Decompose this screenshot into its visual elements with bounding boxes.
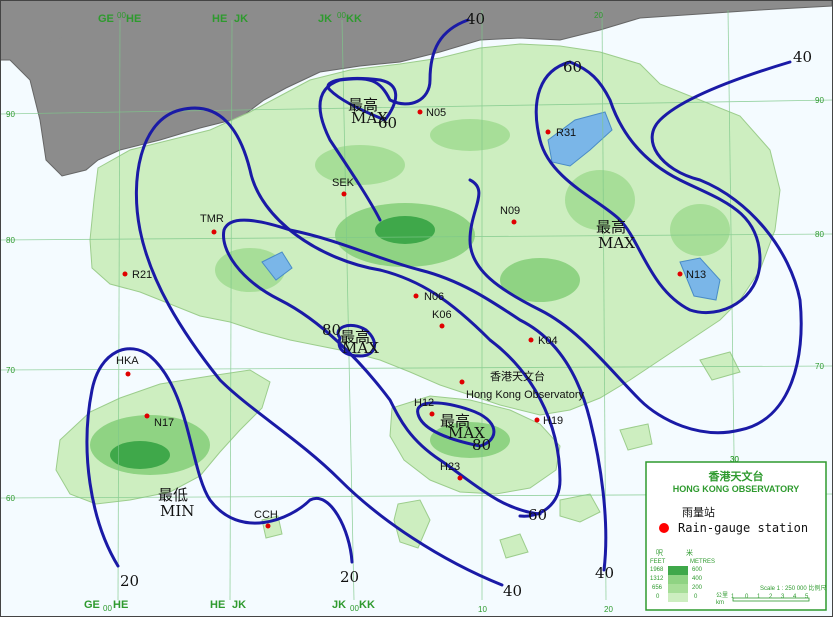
grid-label: 70 [6, 366, 15, 375]
grid-label: JK [232, 599, 246, 611]
station-label-SEK: SEK [332, 177, 355, 189]
station-label-H12: H12 [414, 397, 434, 409]
legend-elev-header: METRES [690, 559, 715, 565]
max-label-en: MAX [448, 424, 485, 442]
grid-label: KK [359, 599, 375, 611]
grid-label: 80 [815, 230, 824, 239]
station-label-N06: N06 [424, 291, 444, 303]
max-label-en: MAX [351, 109, 388, 127]
station-label-R21: R21 [132, 269, 152, 281]
grid-label: 70 [815, 362, 824, 371]
legend-scale-unit-zh: 公里 [716, 592, 728, 599]
station-marker-N05 [417, 109, 423, 115]
isohyet-label-60: 60 [563, 58, 582, 76]
station-marker-H12 [429, 411, 435, 417]
grid-label: HE [210, 599, 225, 611]
station-marker-HKA [125, 371, 131, 377]
legend-elev-swatch [668, 566, 688, 575]
station-marker-K06 [439, 323, 445, 329]
grid-label: 20 [594, 11, 603, 20]
legend-elev-feet: 1312 [650, 576, 664, 582]
grid-label: 90 [815, 96, 824, 105]
isohyet-label-40: 40 [595, 564, 614, 582]
legend-gauge-en: Rain-gauge station [678, 521, 808, 535]
isohyet-label-40: 40 [793, 48, 812, 66]
legend-elev-header: 米 [686, 548, 693, 557]
station-label-H23: H23 [440, 461, 460, 473]
legend-elev-swatch [668, 584, 688, 593]
station-marker-CCH [265, 523, 271, 529]
legend: 香港天文台 HONG KONG OBSERVATORY 雨量站 Rain-gau… [645, 461, 827, 611]
isohyet-label-60: 60 [528, 506, 547, 524]
grid-label: GE [84, 599, 100, 611]
grid-label: HE [212, 13, 227, 25]
station-label-K04: K04 [538, 335, 558, 347]
legend-scale-unit-en: km [716, 600, 724, 606]
station-marker-N06 [413, 293, 419, 299]
legend-elev-metres: 600 [692, 567, 703, 573]
station-marker-N09 [511, 219, 517, 225]
legend-title-en: HONG KONG OBSERVATORY [673, 484, 800, 494]
station-marker-R31 [545, 129, 551, 135]
grid-label: JK [318, 13, 332, 25]
station-marker-TMR [211, 229, 217, 235]
grid-label: HE [113, 599, 128, 611]
legend-elev-swatch [668, 593, 688, 602]
legend-elev-swatch [668, 575, 688, 584]
grid-label: KK [346, 13, 362, 25]
hko-label-zh: 香港天文台 [490, 369, 545, 383]
station-label-N09: N09 [500, 205, 520, 217]
legend-elev-metres: 400 [692, 576, 703, 582]
grid-label: 20 [604, 605, 613, 614]
grid-label: 10 [478, 605, 487, 614]
grid-label: 80 [6, 236, 15, 245]
station-marker-N13 [677, 271, 683, 277]
map-canvas: GE 00 HE HE JK JK 00 KK 20 GE 00 HE HE J… [0, 0, 833, 617]
station-label-HKA: HKA [116, 355, 139, 367]
station-label-CCH: CCH [254, 509, 278, 521]
isohyet-label-40: 40 [466, 10, 485, 28]
grid-label: 00 [103, 604, 112, 613]
legend-title-zh: 香港天文台 [708, 469, 764, 483]
station-label-N17: N17 [154, 417, 174, 429]
isohyet-label-80: 80 [322, 321, 341, 339]
grid-label: HE [126, 13, 141, 25]
max-label-en: MAX [342, 339, 379, 357]
station-label-N13: N13 [686, 269, 706, 281]
legend-elev-feet: 1968 [650, 567, 664, 573]
station-marker-N17 [144, 413, 150, 419]
station-marker-H23 [457, 475, 463, 481]
rainfall-map: GE 00 HE HE JK JK 00 KK 20 GE 00 HE HE J… [0, 0, 833, 617]
legend-elev-metres: 200 [692, 585, 703, 591]
grid-label: GE [98, 13, 114, 25]
station-marker-HKO [459, 379, 465, 385]
hko-label-en: Hong Kong Observatory [466, 389, 585, 401]
grid-label: 60 [6, 494, 15, 503]
station-label-R31: R31 [556, 127, 576, 139]
station-label-K06: K06 [432, 309, 452, 321]
isohyet-label-20: 20 [340, 568, 359, 586]
legend-elev-header: FEET [650, 559, 666, 565]
legend-gauge-marker [659, 523, 669, 533]
legend-gauge-zh: 雨量站 [682, 505, 715, 519]
legend-elev-header: 呎 [656, 549, 663, 557]
station-marker-H19 [534, 417, 540, 423]
legend-elev-feet: 656 [652, 585, 663, 591]
grid-label: JK [332, 599, 346, 611]
isohyet-label-40: 40 [503, 582, 522, 600]
station-marker-R21 [122, 271, 128, 277]
min-label-en: MIN [160, 502, 194, 520]
legend-scale-text: Scale 1 : 250 000 比例尺 [760, 584, 826, 592]
station-label-TMR: TMR [200, 213, 224, 225]
isohyet-label-20: 20 [120, 572, 139, 590]
grid-label: 90 [6, 110, 15, 119]
grid-label: JK [234, 13, 248, 25]
station-label-N05: N05 [426, 107, 446, 119]
station-marker-K04 [528, 337, 534, 343]
station-marker-SEK [341, 191, 347, 197]
station-label-H19: H19 [543, 415, 563, 427]
max-label-en: MAX [598, 234, 635, 252]
